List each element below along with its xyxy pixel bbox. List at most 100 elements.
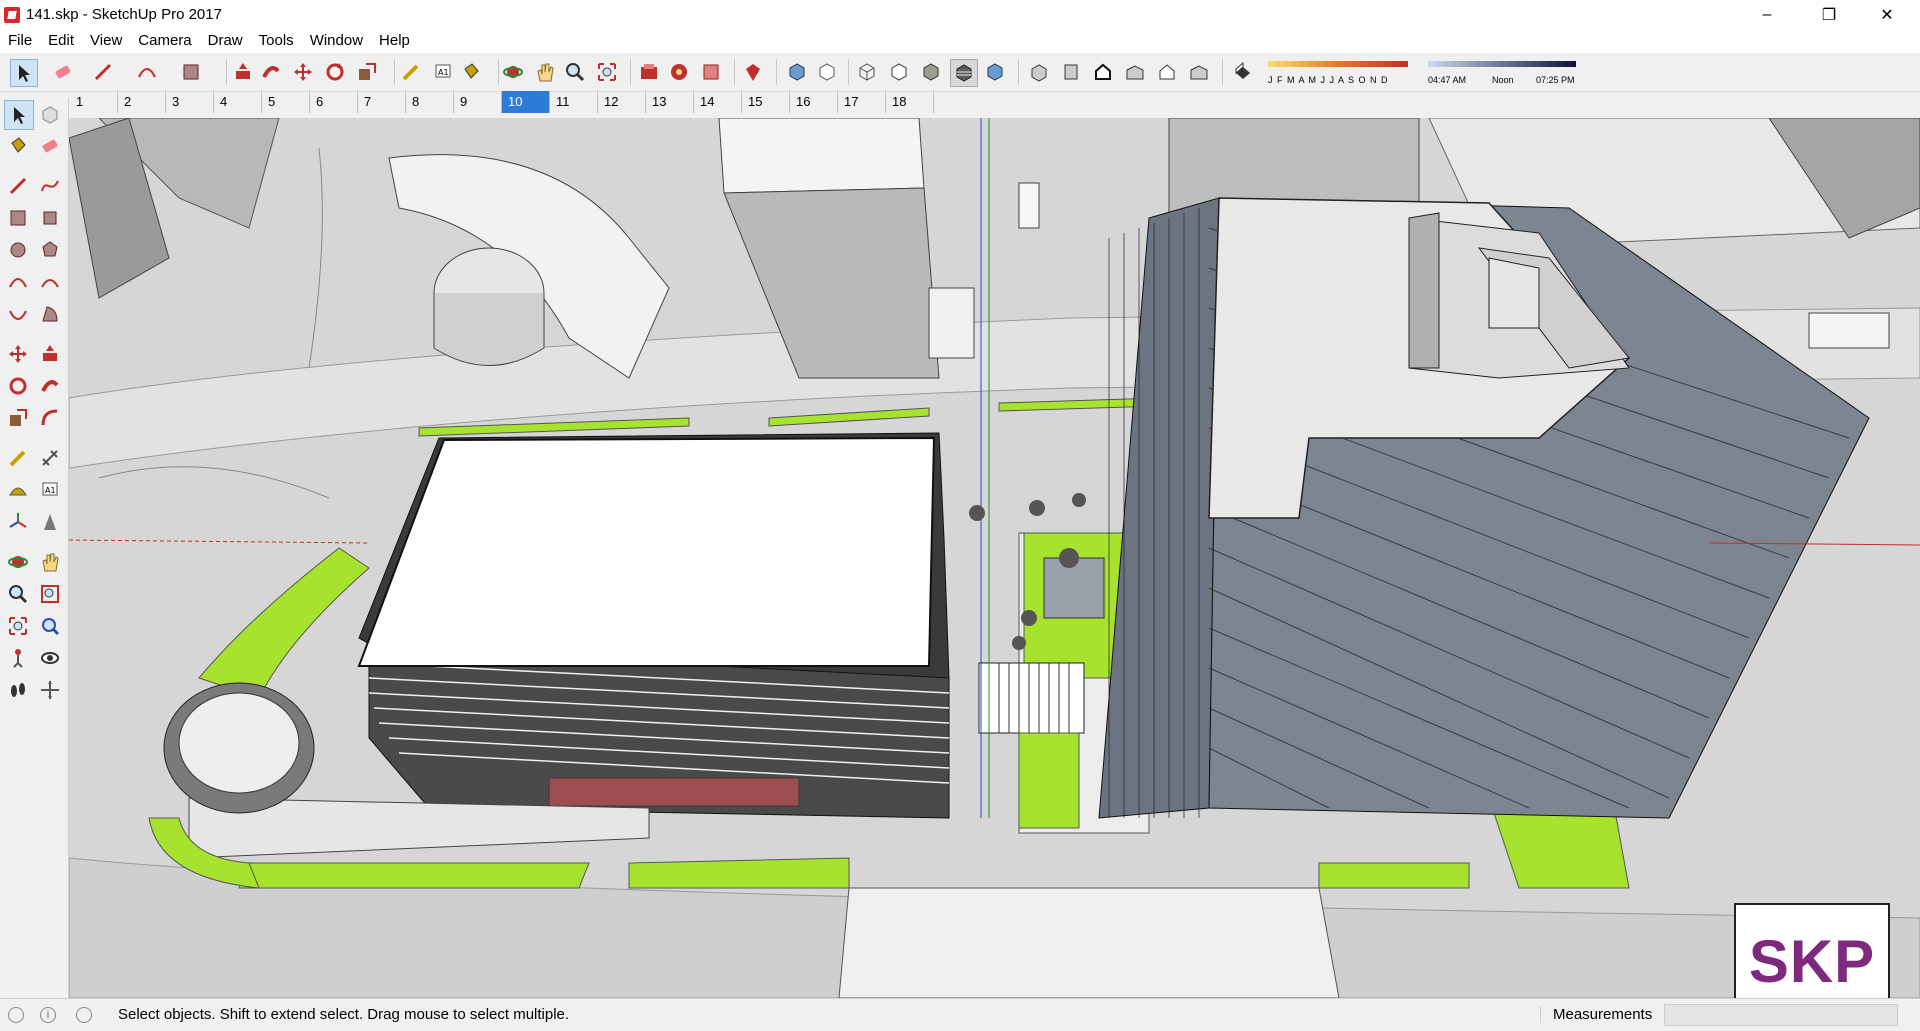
three-point-arc-icon[interactable] [4, 300, 32, 328]
scene-tab-4[interactable]: 4 [214, 91, 262, 113]
section-plane-icon[interactable] [36, 676, 64, 704]
rectangle-icon[interactable] [178, 59, 204, 85]
scene-tab-6[interactable]: 6 [310, 91, 358, 113]
dimension-icon[interactable] [36, 444, 64, 472]
scene-tab-18[interactable]: 18 [886, 91, 934, 113]
scene-tab-12[interactable]: 12 [598, 91, 646, 113]
scene-tab-2[interactable]: 2 [118, 91, 166, 113]
position-camera-icon[interactable] [4, 644, 32, 672]
walk-icon[interactable] [4, 676, 32, 704]
scene-tab-15[interactable]: 15 [742, 91, 790, 113]
month-slider[interactable] [1268, 61, 1408, 67]
protractor-icon[interactable] [4, 476, 32, 504]
extension-warehouse-icon[interactable] [666, 59, 692, 85]
ruby-icon[interactable] [740, 59, 766, 85]
rotate-icon[interactable] [322, 59, 348, 85]
follow-me-icon[interactable] [258, 59, 284, 85]
line-icon[interactable] [90, 59, 116, 85]
component-icon[interactable] [698, 59, 724, 85]
scene-tab-10[interactable]: 10 [502, 91, 550, 113]
eraser-icon[interactable] [50, 59, 76, 85]
time-slider[interactable] [1428, 61, 1576, 67]
scene-tab-1[interactable]: 1 [70, 91, 118, 113]
follow-me-icon[interactable] [36, 372, 64, 400]
hidden-line-icon[interactable] [886, 59, 912, 85]
scene-tab-5[interactable]: 5 [262, 91, 310, 113]
tape-measure-icon[interactable] [398, 59, 424, 85]
rotated-rectangle-icon[interactable] [36, 204, 64, 232]
left-view-icon[interactable] [1186, 59, 1212, 85]
credits-icon[interactable]: i [40, 1007, 56, 1023]
paint-bucket-icon[interactable] [458, 59, 484, 85]
menu-draw[interactable]: Draw [200, 29, 251, 53]
top-view-icon[interactable] [1058, 59, 1084, 85]
select-icon[interactable] [10, 59, 38, 87]
menu-edit[interactable]: Edit [40, 29, 82, 53]
move-icon[interactable] [4, 340, 32, 368]
eraser-icon[interactable] [36, 132, 64, 160]
pan-icon[interactable] [532, 59, 558, 85]
scene-tab-17[interactable]: 17 [838, 91, 886, 113]
scene-tab-7[interactable]: 7 [358, 91, 406, 113]
push-pull-icon[interactable] [230, 59, 256, 85]
zoom-extents-icon[interactable] [594, 59, 620, 85]
back-view-icon[interactable] [1154, 59, 1180, 85]
push-pull-icon[interactable] [36, 340, 64, 368]
freehand-icon[interactable] [36, 172, 64, 200]
menu-window[interactable]: Window [302, 29, 371, 53]
arc-icon[interactable] [134, 59, 160, 85]
zoom-window-icon[interactable] [36, 580, 64, 608]
menu-tools[interactable]: Tools [251, 29, 302, 53]
menu-help[interactable]: Help [371, 29, 418, 53]
line-icon[interactable] [4, 172, 32, 200]
rotate-icon[interactable] [4, 372, 32, 400]
look-around-icon[interactable] [36, 644, 64, 672]
scale-icon[interactable] [354, 59, 380, 85]
circle-icon[interactable] [4, 236, 32, 264]
polygon-icon[interactable] [36, 236, 64, 264]
front-view-icon[interactable] [1090, 59, 1116, 85]
wireframe-icon[interactable] [854, 59, 880, 85]
scale-icon[interactable] [4, 404, 32, 432]
scene-tab-11[interactable]: 11 [550, 91, 598, 113]
pie-icon[interactable] [36, 300, 64, 328]
zoom-extents-icon[interactable] [4, 612, 32, 640]
x-ray-icon[interactable] [784, 59, 810, 85]
pan-icon[interactable] [36, 548, 64, 576]
scene-tab-16[interactable]: 16 [790, 91, 838, 113]
rectangle-icon[interactable] [4, 204, 32, 232]
restore-button[interactable]: ❐ [1806, 0, 1852, 29]
scene-tab-8[interactable]: 8 [406, 91, 454, 113]
sign-in-icon[interactable] [76, 1007, 92, 1023]
warehouse-icon[interactable] [636, 59, 662, 85]
right-view-icon[interactable] [1122, 59, 1148, 85]
paint-bucket-icon[interactable] [4, 132, 32, 160]
close-button[interactable]: ✕ [1864, 0, 1910, 29]
zoom-icon[interactable] [4, 580, 32, 608]
scene-tab-3[interactable]: 3 [166, 91, 214, 113]
previous-view-icon[interactable] [36, 612, 64, 640]
iso-view-icon[interactable] [1026, 59, 1052, 85]
3d-text-icon[interactable] [36, 508, 64, 536]
move-icon[interactable] [290, 59, 316, 85]
orbit-icon[interactable] [500, 59, 526, 85]
tape-measure-icon[interactable] [4, 444, 32, 472]
monochrome-icon[interactable] [982, 59, 1008, 85]
model-viewport[interactable] [69, 118, 1920, 998]
text-icon[interactable]: A1 [430, 59, 456, 85]
shaded-textures-icon[interactable] [950, 59, 978, 87]
scene-tab-13[interactable]: 13 [646, 91, 694, 113]
make-component-icon[interactable] [36, 100, 64, 128]
axes-icon[interactable] [4, 508, 32, 536]
arc-icon[interactable] [4, 268, 32, 296]
shadows-icon[interactable] [1230, 59, 1256, 85]
offset-icon[interactable] [36, 404, 64, 432]
scene-tab-14[interactable]: 14 [694, 91, 742, 113]
minimize-button[interactable]: – [1744, 0, 1790, 29]
orbit-icon[interactable] [4, 548, 32, 576]
measurements-field[interactable] [1664, 1004, 1898, 1026]
menu-file[interactable]: File [0, 29, 40, 53]
scene-tab-9[interactable]: 9 [454, 91, 502, 113]
text-icon[interactable]: A1 [36, 476, 64, 504]
two-point-arc-icon[interactable] [36, 268, 64, 296]
